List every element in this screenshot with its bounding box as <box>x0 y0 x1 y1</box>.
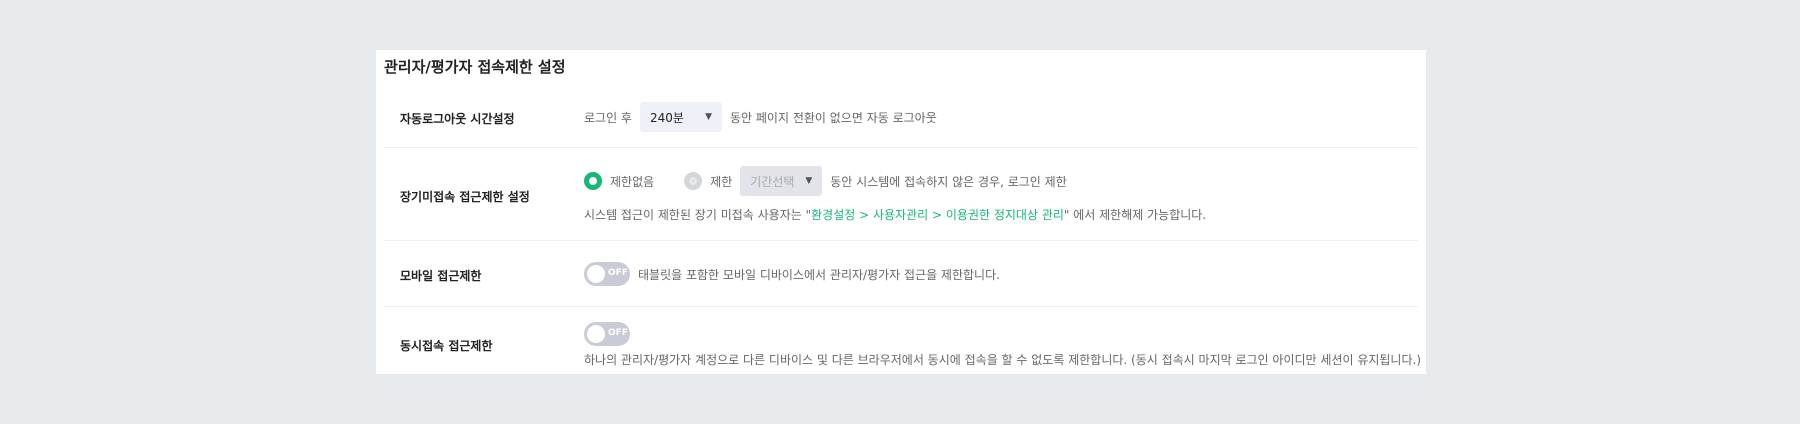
caret-down-icon: ▼ <box>805 176 813 186</box>
period-select[interactable]: 기간선택 ▼ <box>740 166 823 196</box>
panel-title: 관리자/평가자 접속제한 설정 <box>384 58 566 76</box>
row-label: 동시접속 접근제한 <box>400 339 493 353</box>
prefix-text: 로그인 후 <box>584 110 632 125</box>
radio-label: 제한없음 <box>610 174 655 189</box>
note-path-link[interactable]: 환경설정 > 사용자관리 > 이용권한 정지대상 관리 <box>811 206 1064 223</box>
toggle-state: OFF <box>608 328 628 338</box>
access-restriction-panel: 관리자/평가자 접속제한 설정 자동로그아웃 시간설정 로그인 후 240분 ▼ … <box>376 50 1426 374</box>
note-text: 시스템 접근이 제한된 장기 미접속 사용자는 " <box>584 208 812 222</box>
mobile-toggle[interactable]: OFF <box>584 262 630 286</box>
desc-text: 태블릿을 포함한 모바일 디바이스에서 관리자/평가자 접근을 제한합니다. <box>638 267 1000 282</box>
note: 시스템 접근이 제한된 장기 미접속 사용자는 " 환경설정 > 사용자관리 > … <box>584 206 1206 223</box>
select-value: 240분 <box>649 110 684 125</box>
row-mobile: 모바일 접근제한 OFF 태블릿을 포함한 모바일 디바이스에서 관리자/평가자… <box>384 241 1418 307</box>
radio-limit[interactable] <box>684 172 703 190</box>
row-label: 장기미접속 접근제한 설정 <box>400 190 530 204</box>
caret-down-icon: ▼ <box>705 112 712 122</box>
desc-text: 하나의 관리자/평가자 계정으로 다른 디바이스 및 다른 브라우저에서 동시에… <box>584 353 1422 367</box>
toggle-state: OFF <box>608 268 628 278</box>
row-label: 모바일 접근제한 <box>400 269 482 283</box>
suffix-text: 동안 시스템에 접속하지 않은 경우, 로그인 제한 <box>830 174 1067 189</box>
concurrent-toggle[interactable]: OFF <box>584 322 630 346</box>
suffix-text: 동안 페이지 전환이 없으면 자동 로그아웃 <box>729 110 937 125</box>
row-label: 자동로그아웃 시간설정 <box>400 112 515 126</box>
toggle-knob <box>587 265 605 283</box>
radio-no-limit[interactable] <box>584 172 602 190</box>
radio-label: 제한 <box>710 174 733 189</box>
select-value: 기간선택 <box>750 174 795 189</box>
row-long-term: 장기미접속 접근제한 설정 제한없음 제한 기간선택 ▼ 동안 시스템에 접속하지… <box>384 148 1418 241</box>
row-concurrent: 동시접속 접근제한 OFF 하나의 관리자/평가자 계정으로 다른 디바이스 및… <box>384 307 1422 374</box>
note-text: " 에서 제한해제 가능합니다. <box>1063 208 1207 222</box>
row-auto-logout: 자동로그아웃 시간설정 로그인 후 240분 ▼ 동안 페이지 전환이 없으면 자… <box>384 90 1418 148</box>
logout-time-select[interactable]: 240분 ▼ <box>639 102 722 132</box>
toggle-knob <box>587 325 605 343</box>
